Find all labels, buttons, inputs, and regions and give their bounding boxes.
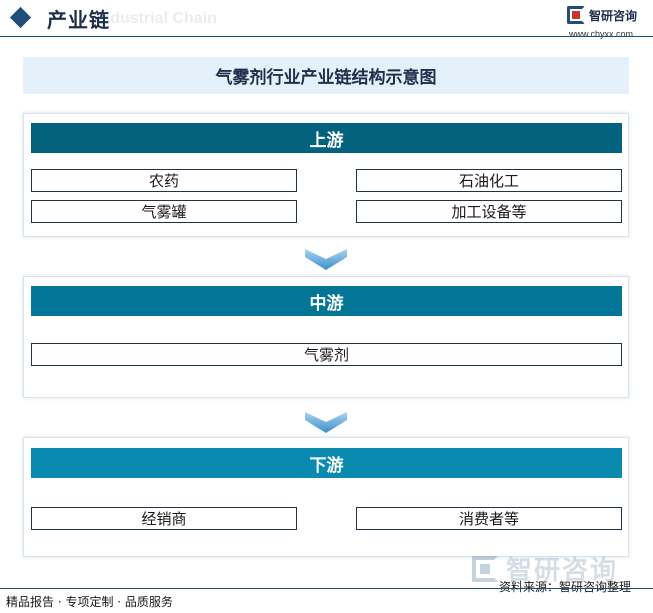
stage-bar-midstream: 中游 xyxy=(31,286,622,316)
diamond-icon xyxy=(9,6,32,29)
downstream-item-distributor: 经销商 xyxy=(31,507,297,530)
upstream-panel: 上游 农药 石油化工 气雾罐 加工设备等 xyxy=(23,113,629,237)
footer-tagline: 精品报告 · 专项定制 · 品质服务 xyxy=(6,595,173,609)
down-arrow-icon xyxy=(305,249,347,270)
midstream-item-aerosol: 气雾剂 xyxy=(31,343,622,366)
downstream-item-consumer: 消费者等 xyxy=(356,507,622,530)
footer-divider xyxy=(0,588,653,589)
midstream-panel: 中游 气雾剂 xyxy=(23,276,629,398)
site-url: www.chyxx.com xyxy=(569,29,634,39)
upstream-item-petrochemical: 石油化工 xyxy=(356,169,622,192)
downstream-panel: 下游 经销商 消费者等 xyxy=(23,437,629,557)
source-note: 资料来源：智研咨询整理 xyxy=(499,580,632,594)
footer-logo-icon xyxy=(472,556,502,586)
stage-bar-downstream: 下游 xyxy=(31,448,622,478)
brand-logo: 智研咨询 xyxy=(567,4,637,26)
upstream-item-pesticide: 农药 xyxy=(31,169,297,192)
page-header: Industrial Chain 产业链 智研咨询 www.chyxx.com xyxy=(0,0,653,40)
diagram-title: 气雾剂行业产业链结构示意图 xyxy=(215,68,437,88)
diagram-title-band: 气雾剂行业产业链结构示意图 xyxy=(23,57,629,94)
logo-icon xyxy=(567,6,585,24)
logo-text: 智研咨询 xyxy=(589,8,638,23)
header-watermark: Industrial Chain xyxy=(96,10,217,27)
down-arrow-icon xyxy=(305,412,347,433)
header-divider xyxy=(0,36,653,37)
header-title: 产业链 xyxy=(47,8,110,32)
upstream-item-aerosol-can: 气雾罐 xyxy=(31,200,297,223)
upstream-item-equipment: 加工设备等 xyxy=(356,200,622,223)
stage-bar-upstream: 上游 xyxy=(31,123,622,153)
